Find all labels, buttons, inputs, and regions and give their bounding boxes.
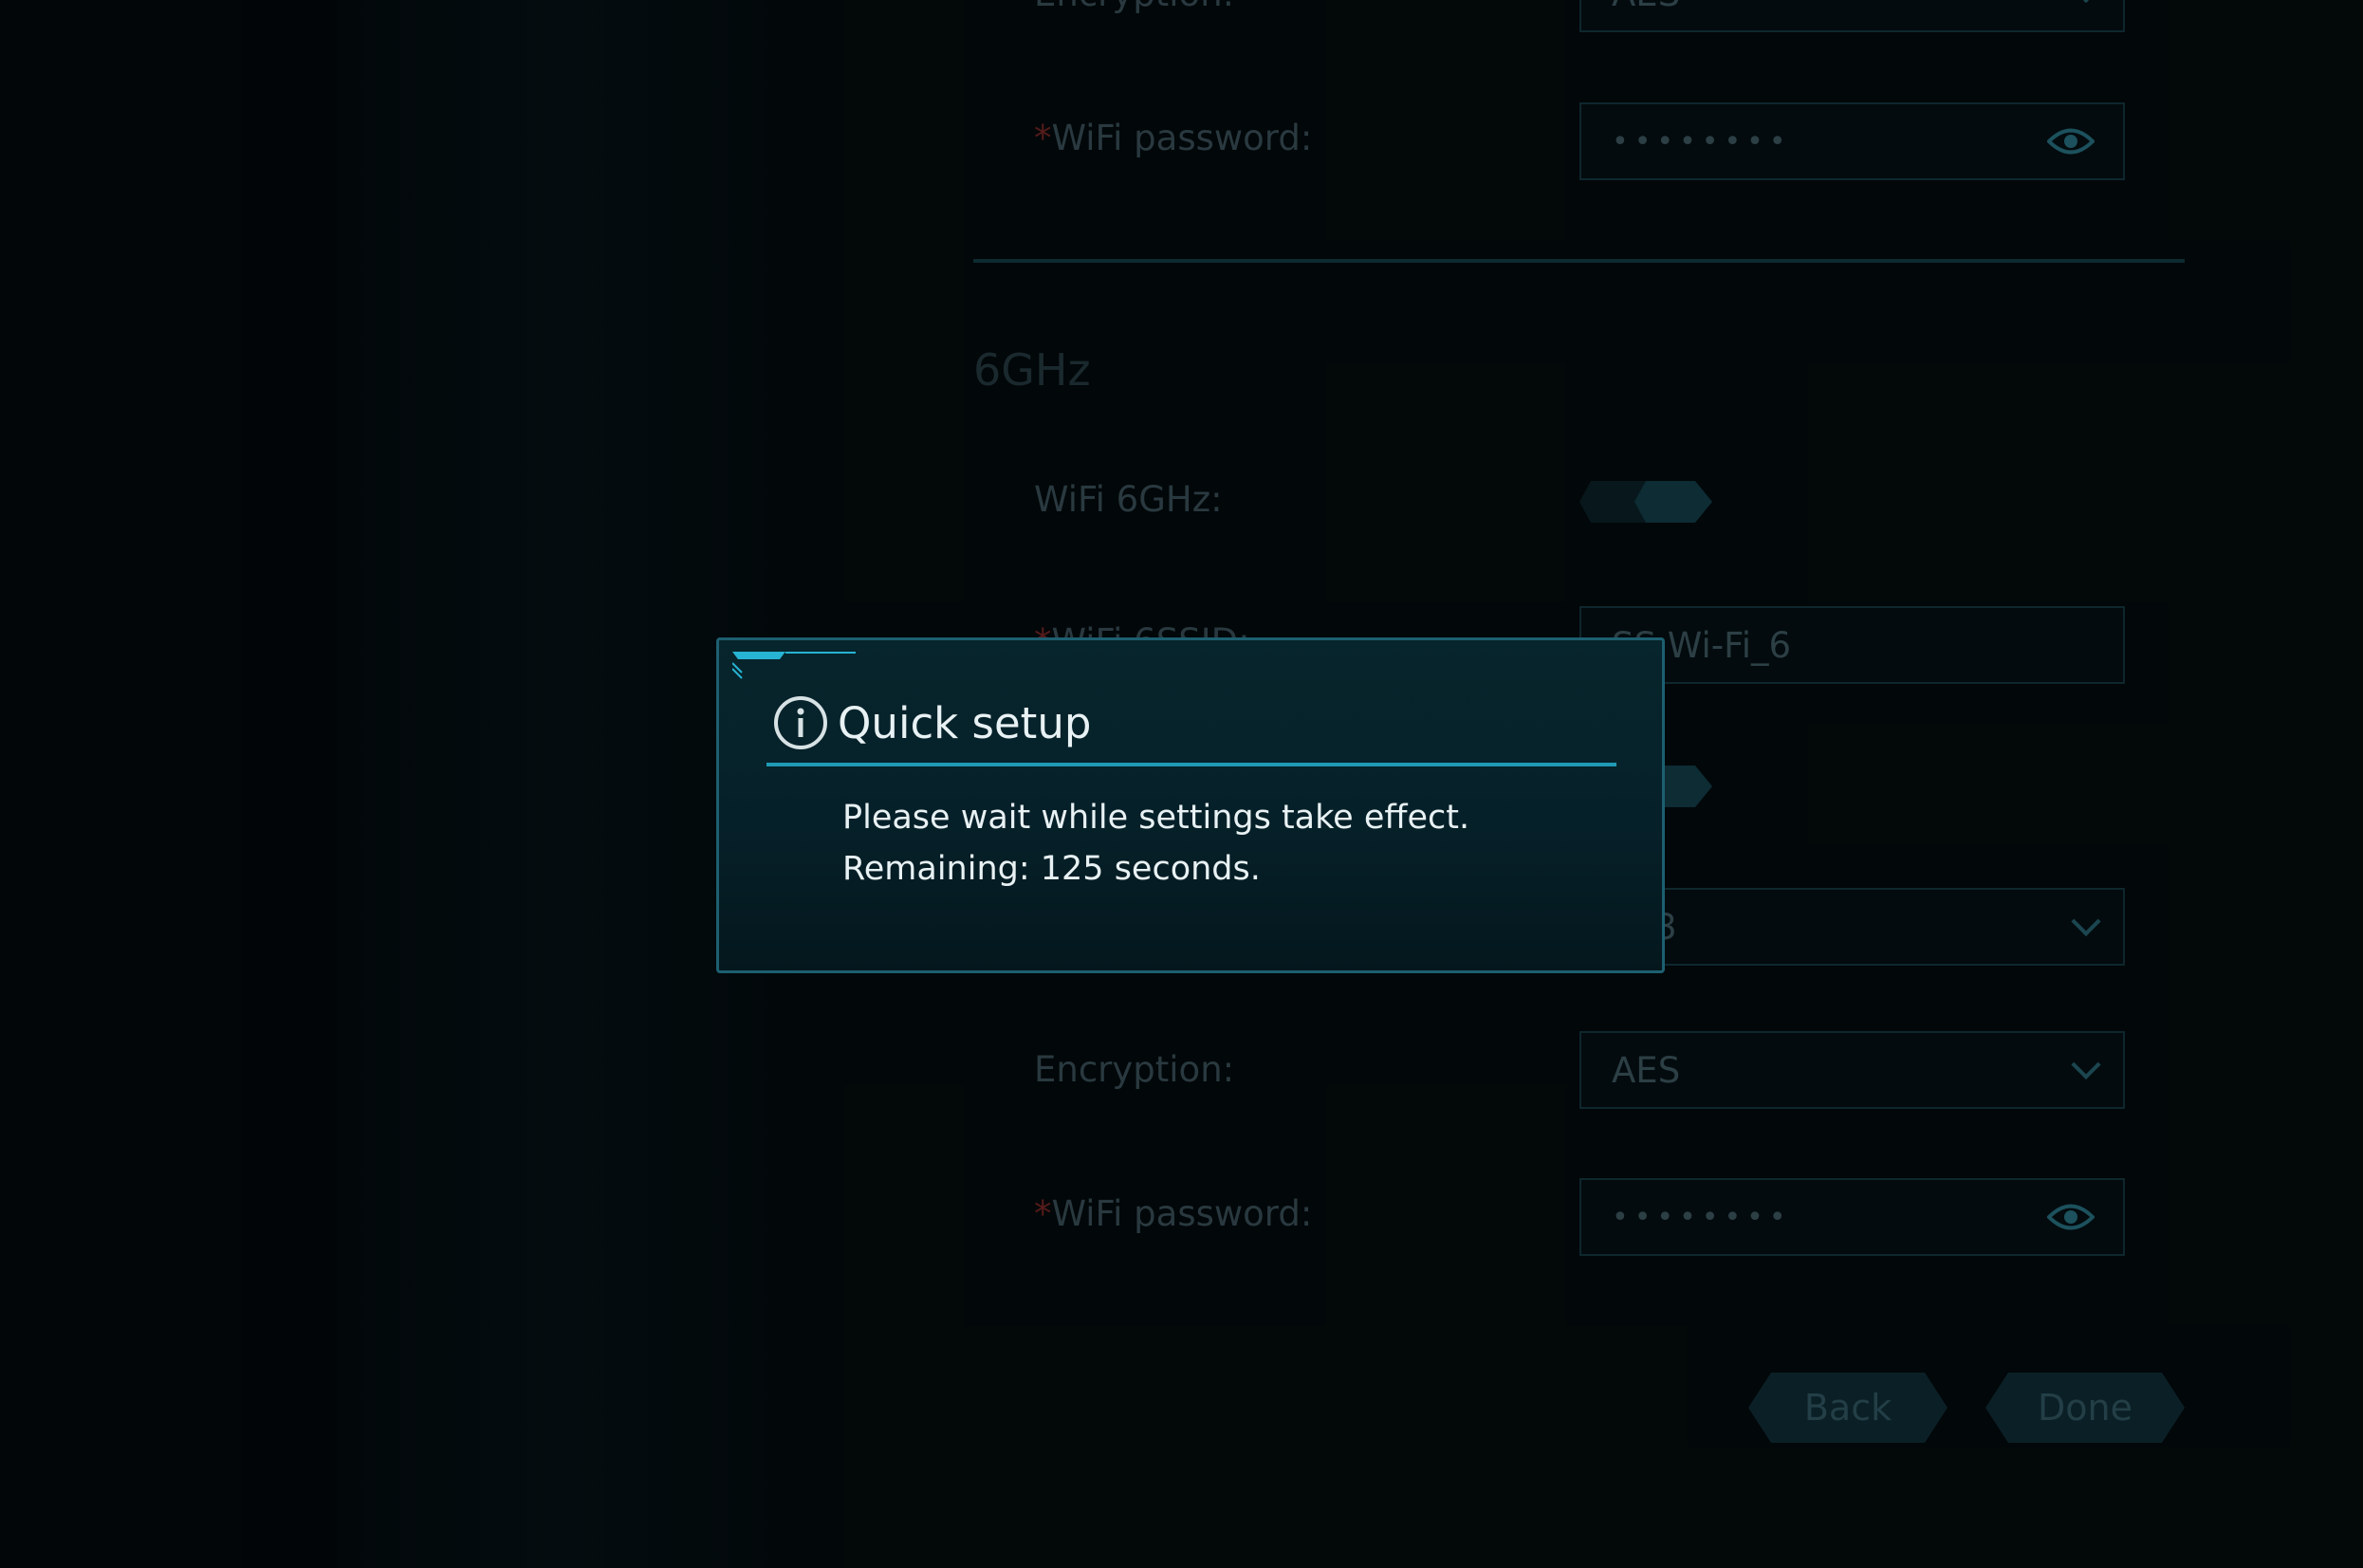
dialog-title-underline bbox=[766, 763, 1616, 766]
dialog-title: Quick setup bbox=[838, 697, 1092, 748]
quick-setup-dialog: Quick setup Please wait while settings t… bbox=[716, 637, 1665, 973]
dialog-message-line-1: Please wait while settings take effect. bbox=[842, 799, 1470, 837]
dialog-message: Please wait while settings take effect. … bbox=[842, 792, 1469, 895]
dialog-header: Quick setup bbox=[773, 695, 1091, 750]
corner-accent-decoration bbox=[732, 652, 856, 679]
screen: Encryption: AES *WiFi password: ••••••••… bbox=[0, 0, 2363, 1568]
countdown-text: Remaining: 125 seconds. bbox=[842, 850, 1261, 888]
info-icon bbox=[774, 696, 827, 749]
